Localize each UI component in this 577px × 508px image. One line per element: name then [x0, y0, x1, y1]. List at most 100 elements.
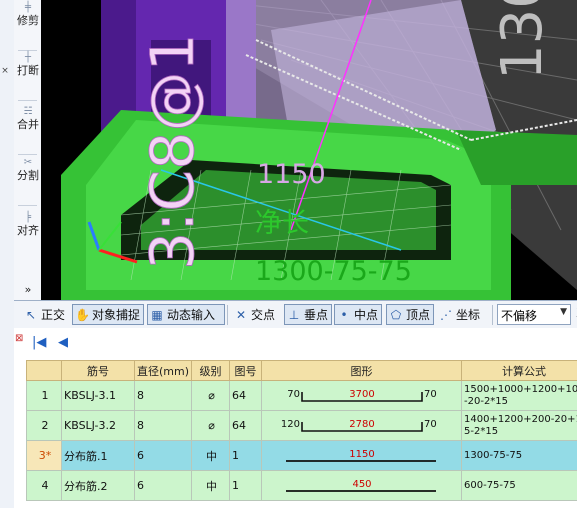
ortho-button-label: 正交 — [41, 308, 66, 322]
intersection-icon: ✕ — [235, 307, 247, 322]
toolbar-separator — [227, 305, 228, 325]
shape-cell[interactable]: 120 70 2780 — [261, 410, 462, 441]
figure-number-cell[interactable]: 1 — [229, 470, 262, 501]
diameter-cell[interactable]: 8 — [134, 410, 192, 441]
net-length-label: 净长 — [255, 208, 309, 239]
offset-select[interactable]: 不偏移 ▼ — [497, 304, 571, 325]
trim-icon: ╪ — [24, 2, 32, 13]
table-navigation: |◀ ◀ — [14, 328, 577, 360]
toolbar-separator — [492, 305, 493, 325]
figure-number-cell[interactable]: 64 — [229, 380, 262, 411]
row-number[interactable]: 3* — [26, 440, 62, 471]
vertex-snap-button-label: 顶点 — [406, 308, 431, 322]
shape-right-length: 70 — [424, 419, 437, 430]
column-header-grade[interactable]: 级别 — [191, 360, 230, 381]
perpendicular-snap-button[interactable]: ⊥ 垂点 — [284, 304, 332, 325]
break-tool[interactable]: ┼ 打断 — [16, 52, 40, 77]
figure-number-cell[interactable]: 1 — [229, 440, 262, 471]
rebar-table-panel: |◀ ◀ 筋号 直径(mm) 级别 图号 图形 计算公式 1 KBSLJ-3.1 8… — [14, 328, 577, 508]
formula-text: 1400+1200+200-20+15-2*15 — [464, 413, 577, 437]
shape-left-length: 70 — [287, 389, 300, 400]
column-header-shape[interactable]: 图形 — [261, 360, 462, 381]
bar-number-cell[interactable]: KBSLJ-3.1 — [61, 380, 135, 411]
figure-number-cell[interactable]: 64 — [229, 410, 262, 441]
formula-cell[interactable]: 1500+1000+1200+100-20-2*15 — [461, 380, 577, 411]
dynamic-input-icon: ▦ — [151, 307, 163, 322]
rebar-shape-diagram: 70 70 3700 — [287, 389, 437, 402]
grade-cell[interactable]: ⌀ — [191, 380, 230, 411]
grade-cell[interactable]: 中 — [191, 440, 230, 471]
trim-tool[interactable]: ╪ 修剪 — [16, 2, 40, 27]
vertex-icon: ⬠ — [390, 307, 402, 322]
panel-close-icon[interactable]: ⊠ — [15, 333, 23, 344]
row-number[interactable]: 2 — [26, 410, 62, 441]
snap-toolbar: 不偏移 ▼ X= ↖正交✋对象捕捉▦动态输入✕交点⊥垂点•中点⬠顶点⋰坐标 — [14, 300, 577, 330]
coordinate-button[interactable]: ⋰ 坐标 — [437, 304, 485, 325]
trim-tool-label: 修剪 — [17, 14, 39, 27]
row-number[interactable]: 4 — [26, 470, 62, 501]
diameter-cell[interactable]: 6 — [134, 470, 192, 501]
diameter-cell[interactable]: 6 — [134, 440, 192, 471]
toolbar-separator — [18, 154, 37, 155]
table-row[interactable]: 4 分布筋.2 6 中 1 450 600-75-75 — [26, 470, 577, 501]
align-tool[interactable]: ╞ 对齐 — [16, 212, 40, 237]
table-row[interactable]: 2 KBSLJ-3.2 8 ⌀ 64 120 70 2780 1400+1200+200-20+… — [26, 410, 577, 441]
shape-cell[interactable]: 1150 — [261, 440, 462, 471]
coordinate-button-label: 坐标 — [456, 308, 481, 322]
shape-cell[interactable]: 70 70 3700 — [261, 380, 462, 411]
dynamic-input-button[interactable]: ▦ 动态输入 — [147, 304, 225, 325]
ortho-icon: ↖ — [25, 307, 37, 322]
column-header-figure-number[interactable]: 图号 — [229, 360, 262, 381]
perpendicular-snap-button-label: 垂点 — [304, 308, 329, 322]
midpoint-snap-button-label: 中点 — [354, 308, 379, 322]
ortho-button[interactable]: ↖ 正交 — [22, 304, 68, 325]
column-header-bar-number[interactable]: 筋号 — [61, 360, 135, 381]
column-header-formula[interactable]: 计算公式 — [461, 360, 577, 381]
break-icon: ┼ — [24, 52, 32, 63]
toolbar-separator — [18, 100, 37, 101]
diameter-cell[interactable]: 8 — [134, 380, 192, 411]
bar-number-cell[interactable]: 分布筋.2 — [61, 470, 135, 501]
first-record-icon[interactable]: |◀ — [32, 336, 46, 350]
close-icon[interactable]: × — [0, 66, 10, 76]
offset-select-value: 不偏移 — [501, 309, 538, 323]
column-header-diameter[interactable]: 直径(mm) — [134, 360, 192, 381]
midpoint-snap-button[interactable]: • 中点 — [334, 304, 382, 325]
object-snap-button[interactable]: ✋ 对象捕捉 — [72, 304, 144, 325]
split-tool[interactable]: ✂ 分割 — [16, 157, 40, 182]
table-row[interactable]: 3* 分布筋.1 6 中 1 1150 1300-75-75 — [26, 440, 577, 471]
table-row[interactable]: 1 KBSLJ-3.1 8 ⌀ 64 70 70 3700 1500+1000+1200+100… — [26, 380, 577, 411]
shape-left-length: 120 — [281, 419, 300, 430]
vertex-snap-button[interactable]: ⬠ 顶点 — [386, 304, 434, 325]
chevron-down-icon: ▼ — [560, 307, 567, 317]
merge-tool[interactable]: ☵ 合并 — [16, 106, 40, 131]
intersection-snap-button-label: 交点 — [251, 308, 276, 322]
table-header-row: 筋号 直径(mm) 级别 图号 图形 计算公式 — [26, 360, 577, 381]
bar-number-cell[interactable]: KBSLJ-3.2 — [61, 410, 135, 441]
shape-main-length: 450 — [352, 479, 371, 490]
formula-cell[interactable]: 600-75-75 — [461, 470, 577, 501]
grade-cell[interactable]: 中 — [191, 470, 230, 501]
shape-main-length: 2780 — [349, 419, 374, 430]
bar-number-cell[interactable]: 分布筋.1 — [61, 440, 135, 471]
rebar-table: 筋号 直径(mm) 级别 图号 图形 计算公式 1 KBSLJ-3.1 8 ⌀ 64 70… — [26, 360, 577, 501]
3d-viewport[interactable]: 3:C8@1 130 1150 净长 1300-75-75 — [41, 0, 577, 300]
midpoint-icon: • — [340, 307, 348, 322]
shape-cell[interactable]: 450 — [261, 470, 462, 501]
shape-right-length: 70 — [424, 389, 437, 400]
row-number[interactable]: 1 — [26, 380, 62, 411]
shape-main-length: 1150 — [349, 449, 374, 460]
grade-cell[interactable]: ⌀ — [191, 410, 230, 441]
formula-cell[interactable]: 1300-75-75 — [461, 440, 577, 471]
previous-record-icon[interactable]: ◀ — [58, 336, 68, 350]
formula-cell[interactable]: 1400+1200+200-20+15-2*15 — [461, 410, 577, 441]
snap-icon: ✋ — [75, 307, 90, 322]
merge-tool-label: 合并 — [17, 118, 39, 131]
more-tools-icon[interactable]: » — [16, 283, 40, 296]
toolbar-separator — [18, 205, 37, 206]
toolbar-separator — [18, 50, 37, 51]
left-strip: × — [0, 0, 15, 508]
break-tool-label: 打断 — [17, 64, 39, 77]
rebar-label-large: 3:C8@1 — [138, 33, 208, 270]
intersection-snap-button[interactable]: ✕ 交点 — [232, 304, 280, 325]
